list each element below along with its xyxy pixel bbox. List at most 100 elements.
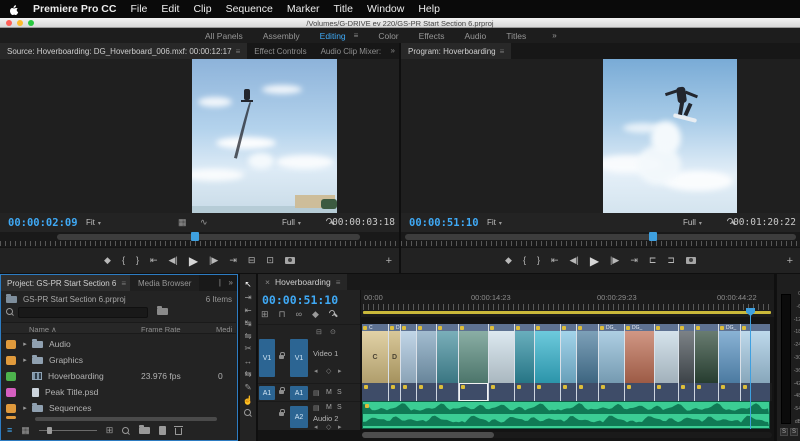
tab-program[interactable]: Program: Hoverboarding ≡ (401, 43, 512, 59)
step-forward-button[interactable]: |▶ (209, 256, 218, 265)
icon-view-button[interactable]: ▦ (21, 426, 30, 435)
video-clip-8[interactable] (514, 324, 534, 383)
menu-item-file[interactable]: File (130, 3, 147, 15)
panel-menu-icon[interactable]: ≡ (500, 47, 505, 56)
source-scrubber[interactable] (0, 232, 399, 247)
workspace-tab-color[interactable]: Color (378, 31, 398, 41)
video-clip-12[interactable]: DG_ (598, 324, 624, 383)
step-back-button[interactable]: ◀| (169, 256, 178, 265)
video-clip-11[interactable] (576, 324, 598, 383)
go-to-in-button[interactable]: ⇤ (551, 256, 559, 265)
zoom-tool[interactable] (244, 408, 252, 417)
tab-source[interactable]: Source: Hoverboarding: DG_Hoverboard_006… (0, 43, 248, 59)
video-clip-15[interactable] (678, 324, 694, 383)
project-row-audio[interactable]: ▸ Audio (2, 336, 232, 352)
linked-selection-button[interactable]: ∞ (296, 310, 302, 319)
video-clip-3[interactable] (400, 324, 416, 383)
track-enable-a2[interactable]: A2 (290, 406, 308, 428)
label-swatch[interactable] (6, 371, 16, 381)
solo-right-button[interactable]: S (790, 428, 798, 436)
track-enable-v1[interactable]: V1 (290, 339, 308, 377)
close-icon[interactable]: × (265, 277, 270, 287)
video-clip-13[interactable]: DG_ (624, 324, 654, 383)
mark-out-button[interactable]: } (537, 256, 540, 265)
menu-item-help[interactable]: Help (418, 3, 440, 15)
video-clip-10[interactable] (560, 324, 576, 383)
next-keyframe-icon[interactable]: ▸ (338, 367, 342, 375)
next-keyframe-icon[interactable]: ▸ (338, 423, 342, 431)
panel-menu-icon[interactable]: ≡ (121, 279, 126, 288)
program-scrubber[interactable] (401, 232, 800, 247)
video-clip-6[interactable] (458, 324, 488, 383)
automate-to-sequence-button[interactable]: ⊞ (106, 426, 114, 435)
menu-item-window[interactable]: Window (367, 3, 404, 15)
go-to-out-button[interactable]: ⇥ (630, 256, 638, 265)
lock-icon[interactable] (279, 409, 285, 416)
workspace-tab-audio[interactable]: Audio (464, 31, 486, 41)
mark-out-button[interactable]: } (136, 256, 139, 265)
disclosure-icon[interactable]: ▸ (20, 405, 30, 412)
audio-clip-17[interactable] (718, 383, 740, 401)
column-frame-rate[interactable]: Frame Rate (141, 325, 181, 334)
list-view-button[interactable]: ≡ (7, 426, 12, 435)
insert-button[interactable]: ⊟ (248, 256, 256, 265)
selection-tool[interactable]: ↖ (244, 280, 251, 289)
razor-tool[interactable]: ✂ (244, 344, 251, 353)
snap-button[interactable]: ⊓ (279, 310, 286, 319)
source-playhead[interactable] (191, 232, 199, 241)
lock-icon[interactable] (279, 352, 285, 359)
add-marker-button[interactable]: ◆ (104, 256, 111, 265)
panel-overflow-icon[interactable]: » (391, 46, 395, 55)
drag-video-only-icon[interactable]: ▦ (178, 218, 187, 227)
hand-tool[interactable]: ☝ (243, 396, 254, 405)
menu-item-edit[interactable]: Edit (161, 3, 179, 15)
program-zoom-select[interactable]: Fit ▾ (487, 218, 502, 227)
pen-tool[interactable]: ✎ (244, 383, 251, 392)
audio-clip-15[interactable] (678, 383, 694, 401)
project-row-graphics[interactable]: ▸ Graphics (2, 352, 232, 368)
find-button[interactable] (122, 426, 130, 435)
workspace-overflow-icon[interactable]: » (552, 31, 556, 40)
add-marker-button[interactable]: ◆ (312, 310, 319, 319)
label-swatch[interactable] (6, 339, 16, 349)
add-keyframe-icon[interactable]: ◇ (326, 423, 331, 431)
clear-button[interactable] (174, 426, 184, 435)
program-timecode[interactable]: 00:00:51:10 (409, 217, 479, 229)
go-to-in-button[interactable]: ⇤ (150, 256, 158, 265)
project-row-hoverboarding[interactable]: Hoverboarding 23.976 fps 0 (2, 368, 232, 384)
workspace-tab-all-panels[interactable]: All Panels (205, 31, 243, 41)
video-clip-2[interactable]: DD (388, 324, 400, 383)
rolling-edit-tool[interactable]: ↹ (244, 319, 251, 328)
go-to-out-button[interactable]: ⇥ (229, 256, 237, 265)
prev-keyframe-icon[interactable]: ◂ (314, 367, 318, 375)
tab-media-browser[interactable]: Media Browser (130, 275, 200, 291)
program-playhead[interactable] (649, 232, 657, 241)
export-frame-button[interactable] (685, 257, 696, 264)
solo-button[interactable]: S (337, 404, 342, 411)
video-clip-14[interactable] (654, 324, 678, 383)
new-bin-button[interactable] (139, 425, 151, 434)
panel-menu-icon[interactable]: ≡ (236, 47, 241, 56)
label-swatch[interactable] (6, 355, 16, 365)
workspace-menu-icon[interactable]: ≡ (354, 31, 359, 40)
track-eye-icon[interactable]: ⊙ (330, 328, 336, 336)
prev-keyframe-icon[interactable]: ◂ (314, 423, 318, 431)
workspace-tab-editing[interactable]: Editing (320, 31, 346, 41)
video-clip-1[interactable]: CC (362, 324, 388, 383)
search-input[interactable] (18, 307, 148, 318)
tab-sequence-hoverboarding[interactable]: × Hoverboarding ≡ (258, 274, 348, 290)
source-patch-v1[interactable]: V1 (259, 339, 275, 377)
tab-project[interactable]: Project: GS-PR Start Section 6 ≡ (1, 275, 133, 291)
step-back-button[interactable]: ◀| (570, 256, 579, 265)
track-style-icon[interactable]: ⊟ (316, 328, 322, 336)
search-in-folder-icon[interactable] (157, 306, 168, 315)
column-media[interactable]: Medi (216, 325, 232, 334)
video-clip-17[interactable]: DG_ (718, 324, 740, 383)
video-clip-18[interactable] (740, 324, 770, 383)
audio-clip-8[interactable] (514, 383, 534, 401)
disclosure-icon[interactable]: ▸ (20, 357, 30, 364)
label-swatch[interactable] (6, 387, 16, 397)
panel-overflow-icon[interactable]: » (229, 279, 233, 287)
disclosure-icon[interactable]: ▸ (20, 341, 30, 348)
track-enable-a1[interactable]: A1 (290, 386, 308, 400)
